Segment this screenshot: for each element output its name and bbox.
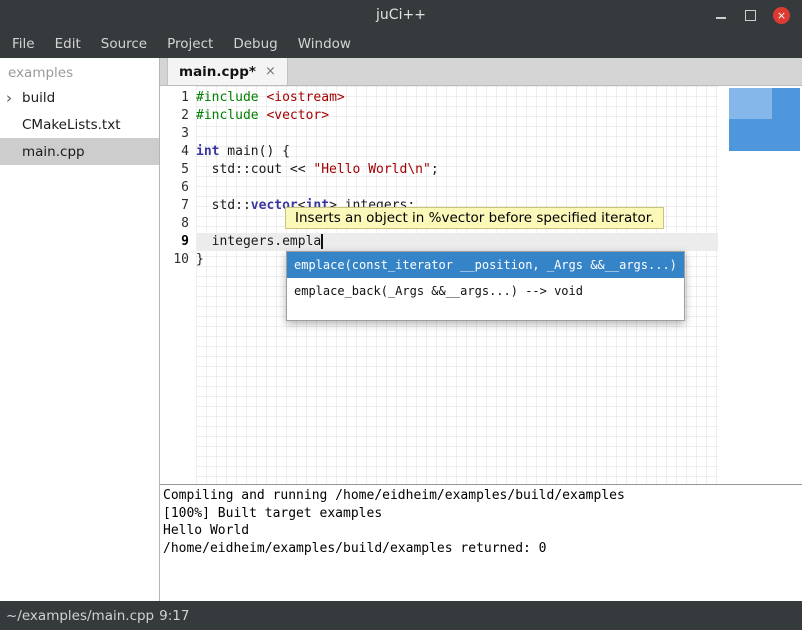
code-line: int main() { [196, 143, 718, 161]
code-line: integers.empla [196, 233, 718, 251]
completion-item[interactable]: emplace(const_iterator __position, _Args… [287, 252, 684, 278]
completion-popup: emplace(const_iterator __position, _Args… [286, 251, 685, 321]
tree-item-label: build [22, 90, 55, 106]
content-area: main.cpp* × 12345678910 #include <iostre… [160, 58, 802, 601]
tab-main-cpp[interactable]: main.cpp* × [167, 58, 288, 85]
terminal-line: /home/eidheim/examples/build/examples re… [163, 540, 802, 558]
tree-item-main-cpp[interactable]: main.cpp [0, 138, 159, 165]
scroll-position-indicator-highlight [729, 88, 772, 119]
line-number: 4 [160, 143, 189, 161]
menu-item-source[interactable]: Source [91, 30, 157, 58]
tree-item-build[interactable]: ›build [0, 84, 159, 111]
line-number: 6 [160, 179, 189, 197]
code-line [196, 125, 718, 143]
main-area: examples ›build CMakeLists.txt main.cpp ma… [0, 58, 802, 601]
status-file-path: ~/examples/main.cpp [6, 608, 154, 624]
status-cursor-position: 9:17 [159, 608, 189, 624]
code-line: std::cout << "Hello World\n"; [196, 161, 718, 179]
terminal-line: Hello World [163, 522, 802, 540]
menu-item-debug[interactable]: Debug [223, 30, 287, 58]
project-name: examples [0, 58, 159, 84]
text-cursor [321, 234, 323, 249]
file-tree-items: ›build CMakeLists.txt main.cpp [0, 84, 159, 165]
completion-item[interactable]: emplace_back(_Args &&__args...) --> void [287, 278, 684, 304]
expander-icon[interactable]: › [6, 91, 22, 105]
terminal-line: Compiling and running /home/eidheim/exam… [163, 487, 802, 505]
doc-tooltip: Inserts an object in %vector before spec… [285, 207, 664, 229]
line-number: 7 [160, 197, 189, 215]
menu-item-project[interactable]: Project [157, 30, 223, 58]
tree-item-cmakelists-txt[interactable]: CMakeLists.txt [0, 111, 159, 138]
terminal-line: [100%] Built target examples [163, 505, 802, 523]
restore-icon[interactable] [744, 9, 756, 21]
line-number-gutter: 12345678910 [160, 86, 196, 484]
line-number: 8 [160, 215, 189, 233]
code-line [196, 179, 718, 197]
editor: 12345678910 #include <iostream>#include … [160, 86, 802, 484]
menu-item-file[interactable]: File [2, 30, 45, 58]
file-tree: examples ›build CMakeLists.txt main.cpp [0, 58, 160, 601]
minimize-icon[interactable] [715, 8, 727, 22]
menu-item-window[interactable]: Window [288, 30, 361, 58]
tree-item-label: CMakeLists.txt [22, 117, 121, 133]
line-number: 2 [160, 107, 189, 125]
menubar: FileEditSourceProjectDebugWindow [0, 30, 802, 58]
app-window: juCi++ × FileEditSourceProjectDebugWindo… [0, 0, 802, 630]
titlebar: juCi++ × [0, 0, 802, 30]
tab-close-icon[interactable]: × [265, 64, 276, 79]
window-controls: × [715, 0, 790, 30]
line-number: 3 [160, 125, 189, 143]
window-title: juCi++ [0, 7, 802, 23]
line-number: 9 [160, 233, 189, 251]
code-line: #include <vector> [196, 107, 718, 125]
code-line: #include <iostream> [196, 89, 718, 107]
line-number: 5 [160, 161, 189, 179]
line-number: 1 [160, 89, 189, 107]
tree-item-label: main.cpp [22, 144, 85, 160]
line-number: 10 [160, 251, 189, 269]
statusbar: ~/examples/main.cpp 9:17 [0, 601, 802, 630]
close-icon[interactable]: × [773, 7, 790, 24]
tab-label: main.cpp* [179, 64, 256, 80]
menu-item-edit[interactable]: Edit [45, 30, 91, 58]
terminal-output: Compiling and running /home/eidheim/exam… [160, 484, 802, 601]
tabbar: main.cpp* × [160, 58, 802, 86]
scroll-position-indicator[interactable] [729, 88, 800, 151]
